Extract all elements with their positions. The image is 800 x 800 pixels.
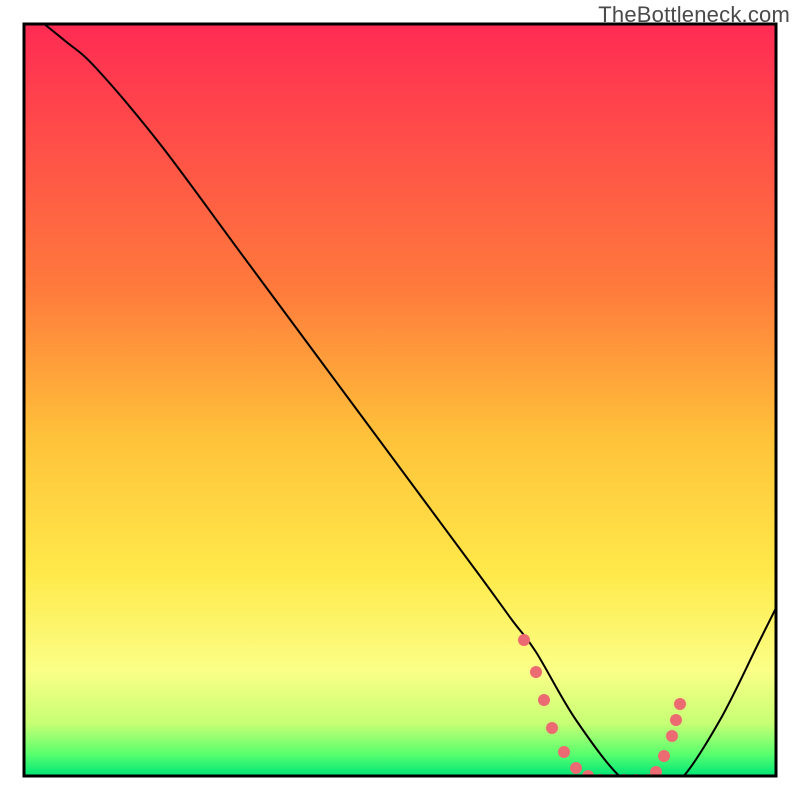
chart-svg xyxy=(0,0,800,800)
gradient-background xyxy=(24,24,776,776)
pink-dot xyxy=(674,698,686,710)
pink-dot xyxy=(530,666,542,678)
pink-dot xyxy=(670,714,682,726)
pink-dot xyxy=(666,730,678,742)
watermark-text: TheBottleneck.com xyxy=(598,2,790,28)
pink-dot xyxy=(658,750,670,762)
pink-dot xyxy=(538,694,550,706)
pink-dot xyxy=(570,762,582,774)
chart-stage: TheBottleneck.com xyxy=(0,0,800,800)
pink-dot xyxy=(558,746,570,758)
pink-dot xyxy=(546,722,558,734)
pink-dot xyxy=(518,634,530,646)
